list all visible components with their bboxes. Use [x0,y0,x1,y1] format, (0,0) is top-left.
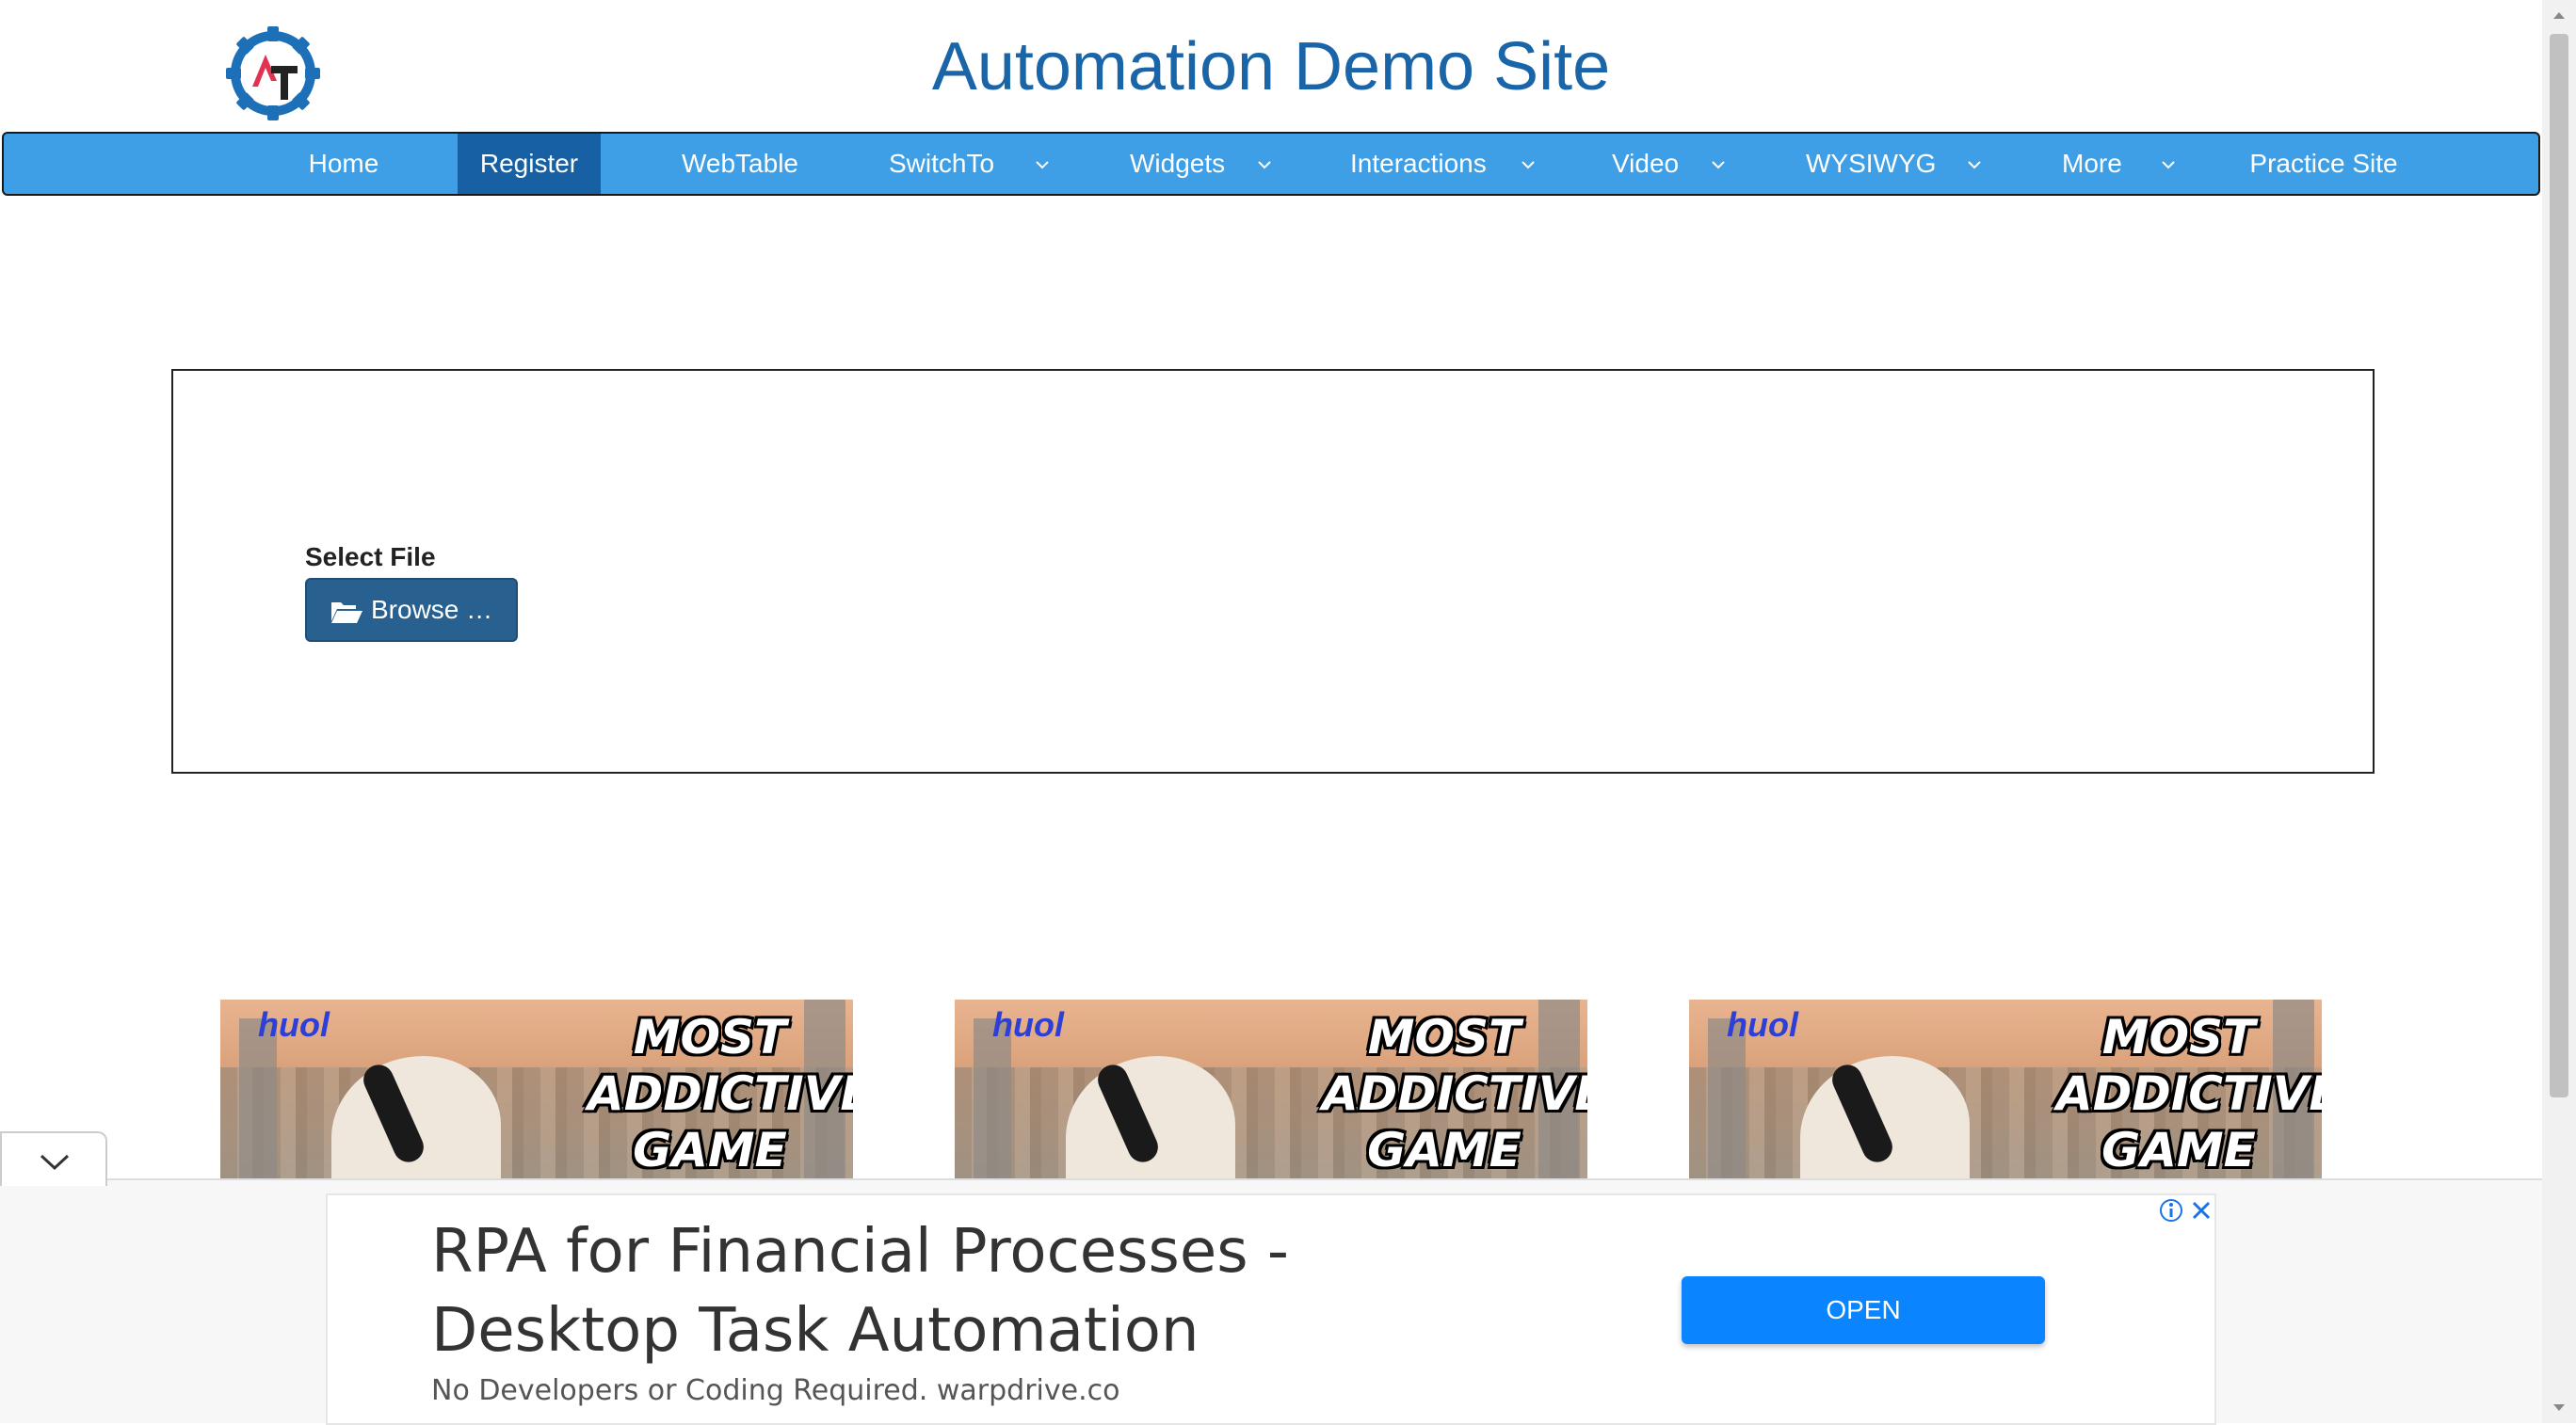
scroll-down-icon[interactable] [2552,1402,2567,1414]
ad-game-text: MOST ADDICTIVE GAME [2056,1010,2322,1177]
chevron-down-icon [1968,161,1981,169]
chevron-down-icon [1521,161,1535,169]
scroll-up-icon[interactable] [2552,9,2567,21]
nav-item-register[interactable]: Register [458,134,601,194]
nav-item-video[interactable]: Video [1612,134,1744,194]
ad-subtext[interactable]: No Developers or Coding Required. warpdr… [431,1374,1119,1407]
ad-game-text: MOST ADDICTIVE GAME [588,1010,853,1177]
nav-item-label: SwitchTo [889,149,995,178]
nav-item-webtable[interactable]: WebTable [663,134,817,194]
nav-item-label: WYSIWYG [1806,149,1937,178]
nav-item-switchto[interactable]: SwitchTo [889,134,1077,194]
ad-brand: huol [992,1005,1064,1044]
ad-headline[interactable]: RPA for Financial Processes - Desktop Ta… [431,1212,1514,1370]
bottom-ad-bar: RPA for Financial Processes - Desktop Ta… [0,1178,2542,1425]
nav-item-wysiwyg[interactable]: WYSIWYG [1806,134,1990,194]
nav-item-label: WebTable [681,149,798,178]
nav-item-label: Home [308,149,379,178]
ad-open-button[interactable]: OPEN [1682,1276,2045,1344]
nav-item-label: Register [479,149,579,178]
nav-item-practice-site[interactable]: Practice Site [2231,134,2416,194]
ad-banner-image[interactable]: huol MOST ADDICTIVE GAME [955,1000,1587,1180]
ad-collapse-tab[interactable] [0,1131,107,1186]
ad-brand: huol [1727,1005,1798,1044]
browse-button-label: Browse … [371,595,493,624]
scrollbar-thumb[interactable] [2550,34,2568,1097]
file-upload-panel: Select File Browse … [171,369,2375,774]
chevron-down-icon [1712,161,1725,169]
nav-item-label: Widgets [1130,149,1226,178]
ad-game-text: MOST ADDICTIVE GAME [1322,1010,1587,1177]
chevron-down-icon [1258,161,1271,169]
nav-item-home[interactable]: Home [284,134,403,194]
nav-item-label: Video [1612,149,1680,178]
chevron-down-icon [1036,161,1049,169]
nav-item-more[interactable]: More [2062,134,2184,194]
chevron-down-icon [40,1154,70,1171]
ad-banner-image[interactable]: huol MOST ADDICTIVE GAME [1689,1000,2322,1180]
info-icon[interactable] [2158,1197,2184,1224]
page-scrollbar[interactable] [2542,0,2576,1423]
close-icon[interactable] [2188,1197,2214,1224]
nav-item-label: Interactions [1350,149,1487,178]
chevron-down-icon [2162,161,2175,169]
nav-item-label: More [2062,149,2122,178]
ad-banner-image[interactable]: huol MOST ADDICTIVE GAME [220,1000,853,1180]
browse-button[interactable]: Browse … [305,578,518,642]
nav-item-widgets[interactable]: Widgets [1130,134,1309,194]
ad-card[interactable]: RPA for Financial Processes - Desktop Ta… [326,1193,2216,1425]
page-title: Automation Demo Site [931,29,1611,104]
nav-item-interactions[interactable]: Interactions [1350,134,1548,194]
folder-open-icon [331,602,362,623]
ad-brand: huol [258,1005,330,1044]
select-file-label: Select File [305,542,436,571]
nav-item-label: Practice Site [2249,149,2398,178]
main-navbar: Home Register WebTable SwitchTo Widgets … [2,132,2540,196]
